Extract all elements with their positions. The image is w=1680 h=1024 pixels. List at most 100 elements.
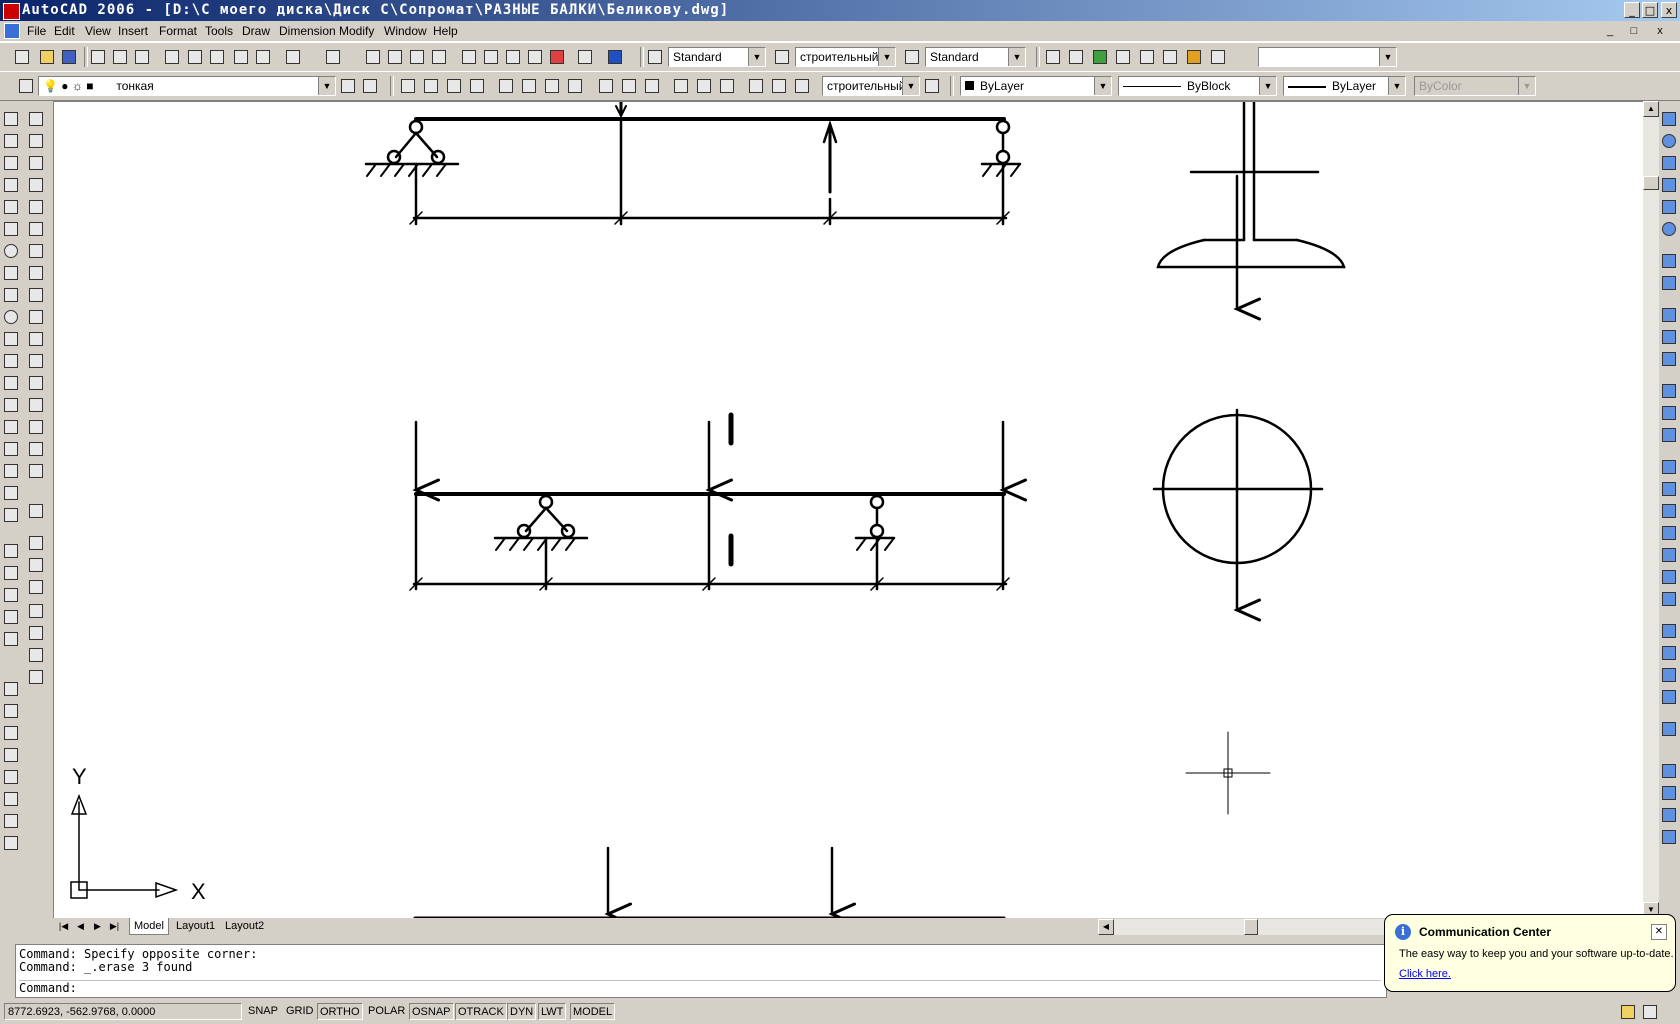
model-toggle[interactable]: MODEL [570,1003,616,1020]
circle-icon[interactable] [1,241,21,261]
text-style-icon[interactable] [645,47,665,67]
continue-dim-icon[interactable] [642,76,662,96]
lights-icon[interactable] [1113,47,1133,67]
leader-icon[interactable] [671,76,691,96]
setup-drawing-icon[interactable] [1659,381,1679,401]
circle-section-profile[interactable] [1152,408,1324,622]
center-mark-icon[interactable] [717,76,737,96]
quick-dim-icon[interactable] [596,76,616,96]
chevron-down-icon[interactable]: ▼ [318,77,335,95]
move-icon[interactable] [26,219,46,239]
menu-draw[interactable]: Draw [242,24,270,38]
modify-tool-icon[interactable] [26,623,46,643]
balloon-link[interactable]: Click here. [1399,968,1451,980]
landscape-icon[interactable] [1184,47,1204,67]
doc-restore-button[interactable]: □ [1626,24,1642,38]
cylinder-icon[interactable] [1659,153,1679,173]
text-tool-icon[interactable] [1,745,21,765]
draw-order-icon[interactable] [26,501,46,521]
minimize-button[interactable]: _ [1624,2,1640,18]
communication-center-icon[interactable] [1618,1002,1638,1022]
menu-dimension[interactable]: Dimension [279,24,336,38]
beam-1[interactable] [364,102,1022,226]
last-tab-icon[interactable]: ▶| [106,919,123,934]
command-prompt[interactable]: Command: [19,980,1381,995]
coordinate-readout[interactable]: 8772.6923, -562.9768, 0.0000 [4,1003,242,1020]
sphere-icon[interactable] [1659,131,1679,151]
wedge-icon[interactable] [1659,197,1679,217]
ortho-toggle[interactable]: ORTHO [317,1003,363,1020]
pan-icon[interactable] [363,47,383,67]
check-icon[interactable] [1659,719,1679,739]
menu-view[interactable]: View [85,24,111,38]
spline-icon[interactable] [1,285,21,305]
beam-2[interactable] [409,412,1027,591]
offset-faces-icon[interactable] [1659,567,1679,587]
tool-side-icon[interactable] [1,629,21,649]
move-faces-icon[interactable] [1659,545,1679,565]
doc-minimize-button[interactable]: _ [1602,24,1618,38]
menu-edit[interactable]: Edit [54,24,75,38]
dim-edit-icon[interactable] [746,76,766,96]
lwt-toggle[interactable]: LWT [538,1003,567,1020]
setup-profile-icon[interactable] [1659,425,1679,445]
dim-text-edit-icon[interactable] [769,76,789,96]
grid-toggle[interactable]: GRID [284,1003,316,1020]
plot-preview-icon[interactable] [110,47,130,67]
modify-tool-icon[interactable] [26,667,46,687]
modify-tool-icon[interactable] [26,555,46,575]
lock-icon[interactable] [1640,1002,1660,1022]
polar-toggle[interactable]: POLAR [366,1003,407,1020]
materials-icon[interactable] [1160,47,1180,67]
clean-icon[interactable] [1659,643,1679,663]
otrack-toggle[interactable]: OTRACK [455,1003,507,1020]
view-icon[interactable] [1659,805,1679,825]
view-icon[interactable] [1659,761,1679,781]
save-icon[interactable] [59,47,79,67]
revolve-icon[interactable] [1659,273,1679,293]
redo-icon[interactable] [323,47,343,67]
break-icon[interactable] [26,373,46,393]
menu-modify[interactable]: Modify [339,24,374,38]
chamfer-icon[interactable] [26,417,46,437]
block-editor-icon[interactable] [253,47,273,67]
design-center-icon[interactable] [481,47,501,67]
match-properties-icon[interactable] [231,47,251,67]
chevron-down-icon[interactable]: ▼ [748,48,765,66]
prev-tab-icon[interactable]: ◀ [72,919,89,934]
menu-format[interactable]: Format [159,24,197,38]
dim-update-icon[interactable] [792,76,812,96]
zoom-realtime-icon[interactable] [385,47,405,67]
linetype-select[interactable]: ByBlock ▼ [1118,76,1277,96]
dim-style-select[interactable]: строительный ▼ [795,47,896,67]
markup-icon[interactable] [547,47,567,67]
region-icon[interactable] [1,461,21,481]
imprint-icon[interactable] [1659,621,1679,641]
text-tool-icon[interactable] [1,811,21,831]
properties-icon[interactable] [459,47,479,67]
dim-style-manager-icon[interactable] [922,76,942,96]
erase-icon[interactable] [26,109,46,129]
close-button[interactable]: x [1661,2,1677,18]
cone-icon[interactable] [1659,175,1679,195]
dim-style-select-2[interactable]: строительный ▼ [822,76,920,96]
separate-icon[interactable] [1659,665,1679,685]
table-style-select[interactable]: Standard ▼ [925,47,1026,67]
offset-icon[interactable] [26,175,46,195]
osnap-toggle[interactable]: OSNAP [409,1003,454,1020]
box-icon[interactable] [1659,109,1679,129]
shell-icon[interactable] [1659,687,1679,707]
setup-view-icon[interactable] [1659,403,1679,423]
tool-side-icon[interactable] [1,607,21,627]
drawing-canvas[interactable]: Y X [54,102,1644,919]
text-style-select[interactable]: Standard ▼ [668,47,766,67]
make-block-icon[interactable] [1,373,21,393]
autocad-app-icon[interactable] [3,3,20,20]
make-current-layer-icon[interactable] [338,76,358,96]
publish-icon[interactable] [132,47,152,67]
point-icon[interactable] [1,395,21,415]
hatch-icon[interactable] [1,417,21,437]
zoom-previous-icon[interactable] [429,47,449,67]
tolerance-icon[interactable] [694,76,714,96]
vertical-scroll-thumb[interactable] [1643,176,1659,190]
